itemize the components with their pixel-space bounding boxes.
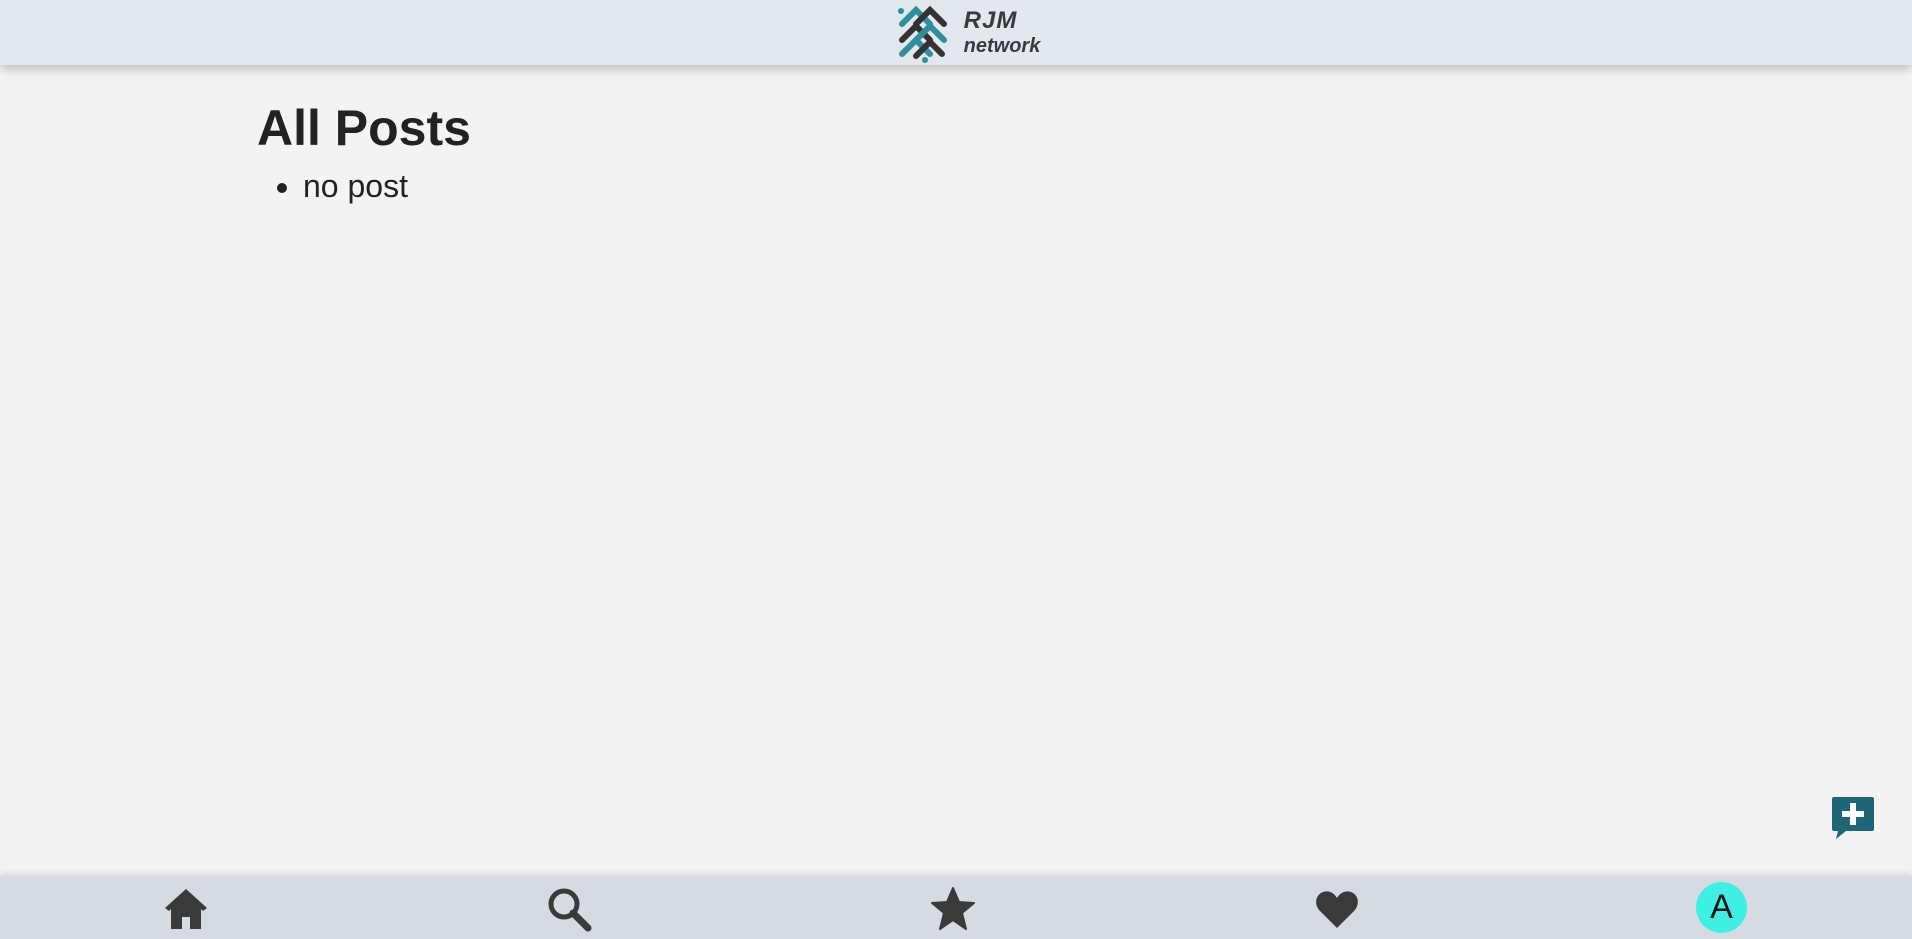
logo-text: RJM network: [963, 7, 1041, 57]
nav-likes[interactable]: [1312, 884, 1362, 934]
search-icon: [548, 888, 592, 932]
nav-favorites[interactable]: [928, 884, 978, 934]
avatar-initial: A: [1710, 888, 1733, 926]
nav-home[interactable]: [161, 884, 211, 934]
new-post-button[interactable]: [1830, 795, 1876, 841]
main-content: All Posts no post: [257, 96, 1657, 208]
comment-plus-icon: [1832, 797, 1874, 839]
page-title: All Posts: [257, 100, 471, 156]
bottom-nav: A: [0, 876, 1912, 939]
nav-search[interactable]: [544, 884, 594, 934]
logo[interactable]: RJM network: [892, 2, 1041, 64]
home-icon: [165, 889, 207, 929]
top-bar: RJM network: [0, 0, 1912, 65]
logo-title: RJM: [963, 7, 1018, 34]
star-icon: [931, 887, 975, 930]
avatar[interactable]: A: [1696, 882, 1747, 933]
logo-subtitle: network: [963, 35, 1041, 57]
heart-icon: [1316, 891, 1358, 928]
logo-icon: [897, 5, 947, 63]
list-item: no post: [303, 164, 1657, 208]
post-list: no post: [257, 164, 1657, 208]
